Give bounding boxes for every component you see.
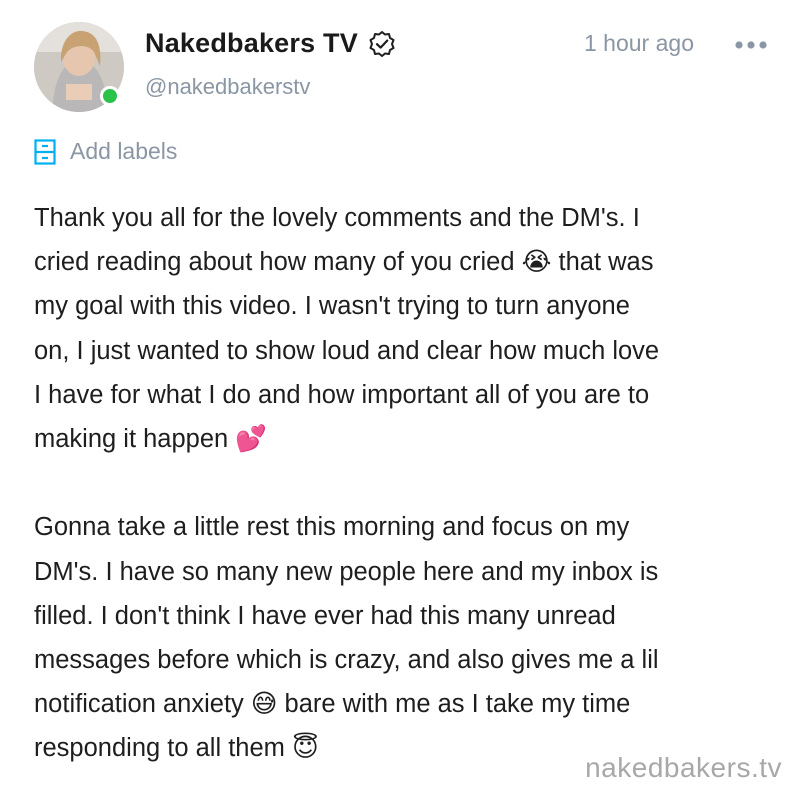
post-body-line: DM's. I have so many new people here and… [34, 557, 659, 586]
post-body-line: messages before which is crazy, and also… [34, 646, 659, 675]
post-body-line: notification anxiety 😅 bare with me as I… [34, 690, 631, 719]
avatar[interactable] [34, 22, 124, 112]
online-status-dot [100, 86, 120, 106]
post-body-line: I have for what I do and how important a… [34, 380, 650, 409]
post-body-line: Gonna take a little rest this morning an… [34, 513, 630, 542]
label-list-icon [34, 138, 56, 165]
post-body-line: making it happen 💕 [34, 425, 268, 454]
author-name-row: Nakedbakers TV [145, 28, 396, 59]
post-timestamp: 1 hour ago [584, 30, 694, 56]
author-handle[interactable]: @nakedbakerstv [145, 74, 310, 100]
post-body-spacer [34, 461, 774, 505]
add-labels-label: Add labels [70, 138, 178, 164]
watermark-text: nakedbakers.tv [585, 752, 782, 783]
verified-badge-icon [368, 30, 396, 58]
post-body-line: Thank you all for the lovely comments an… [34, 204, 640, 232]
author-display-name[interactable]: Nakedbakers TV [145, 28, 358, 59]
post-body-line: cried reading about how many of you crie… [34, 248, 654, 277]
add-labels-button[interactable]: Add labels [34, 138, 177, 165]
post-body-line: my goal with this video. I wasn't trying… [34, 292, 630, 321]
more-dots-icon[interactable] [733, 38, 769, 52]
post-body: Thank you all for the lovely comments an… [34, 196, 774, 771]
post-card: Nakedbakers TV @nakedbakerstv 1 hour ago… [0, 0, 800, 788]
post-body-line: filled. I don't think I have ever had th… [34, 601, 616, 630]
post-body-line: on, I just wanted to show loud and clear… [34, 336, 660, 365]
